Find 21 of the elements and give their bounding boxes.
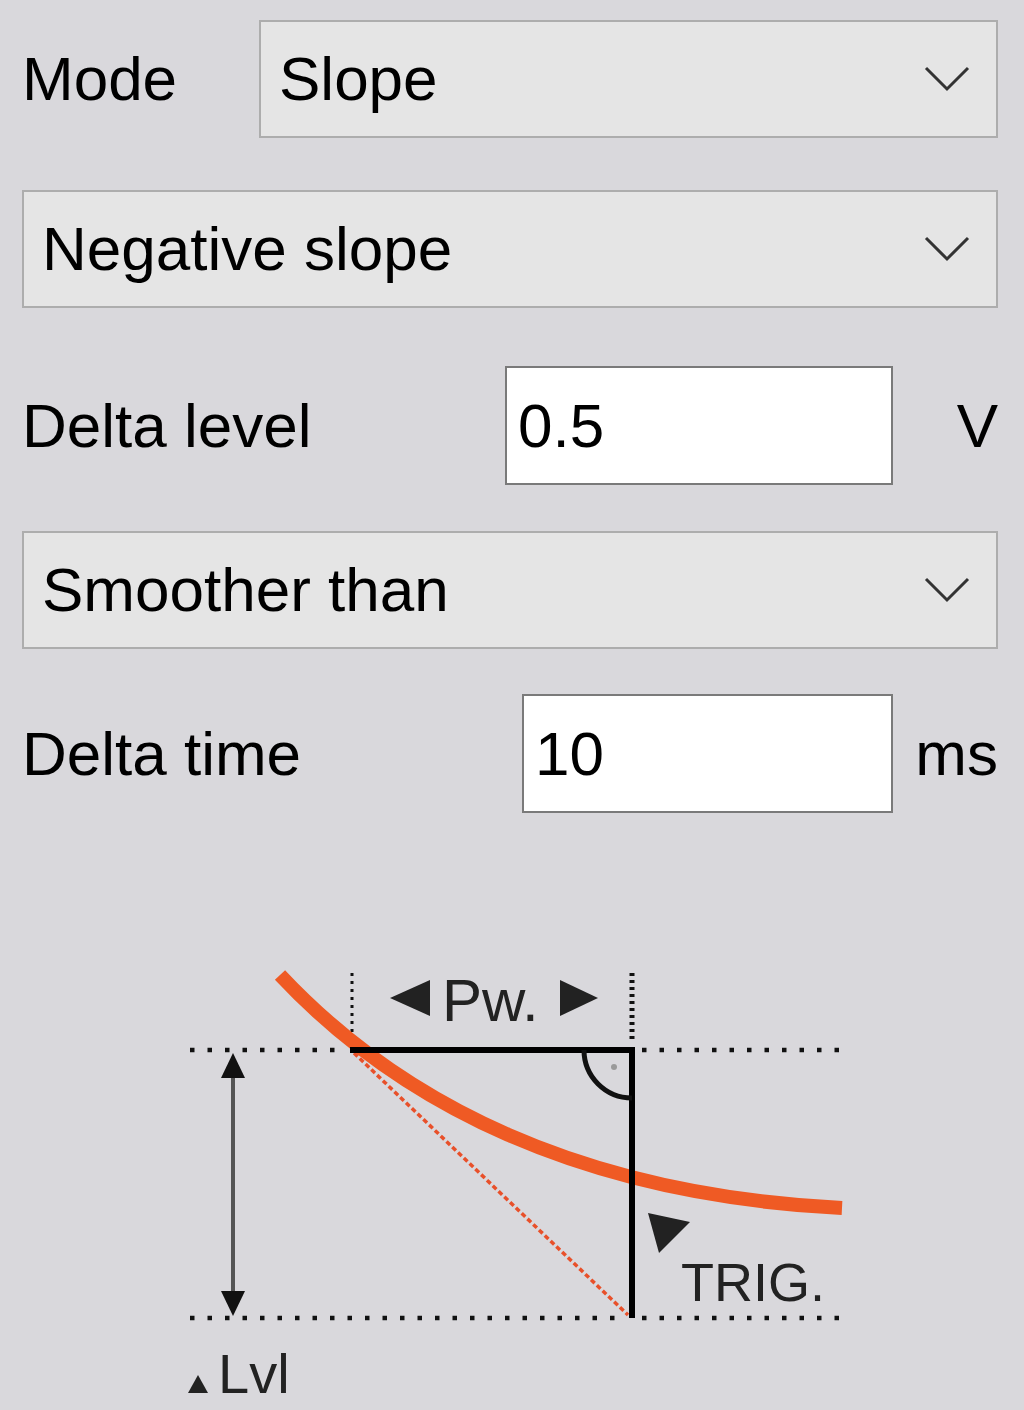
text-field[interactable]: 10	[522, 694, 893, 813]
trigger-label: TRIG.	[681, 1252, 825, 1312]
delta-triangle-icon	[188, 1375, 208, 1393]
level-label: Lvl	[218, 1342, 290, 1405]
chevron-down-icon	[924, 577, 970, 603]
dropdown[interactable]: Smoother than	[22, 531, 998, 649]
field-label: Delta level	[22, 394, 313, 457]
unit-label: V	[956, 394, 998, 457]
right-angle-mark	[581, 1049, 633, 1101]
pulse-width-label: Pw.	[442, 967, 539, 1034]
text-field[interactable]: 0.5	[505, 366, 893, 485]
unit-label: ms	[915, 722, 998, 785]
left-arrow-icon	[390, 980, 430, 1016]
right-arrow-icon	[560, 980, 598, 1016]
field-label: Mode	[22, 48, 179, 110]
dropdown[interactable]: Negative slope	[22, 190, 998, 308]
chevron-down-icon	[924, 236, 970, 262]
field-label: Delta time	[22, 722, 303, 785]
trigger-arrow-icon	[648, 1213, 690, 1253]
dropdown[interactable]: Slope	[259, 20, 998, 138]
chevron-down-icon	[924, 66, 970, 92]
